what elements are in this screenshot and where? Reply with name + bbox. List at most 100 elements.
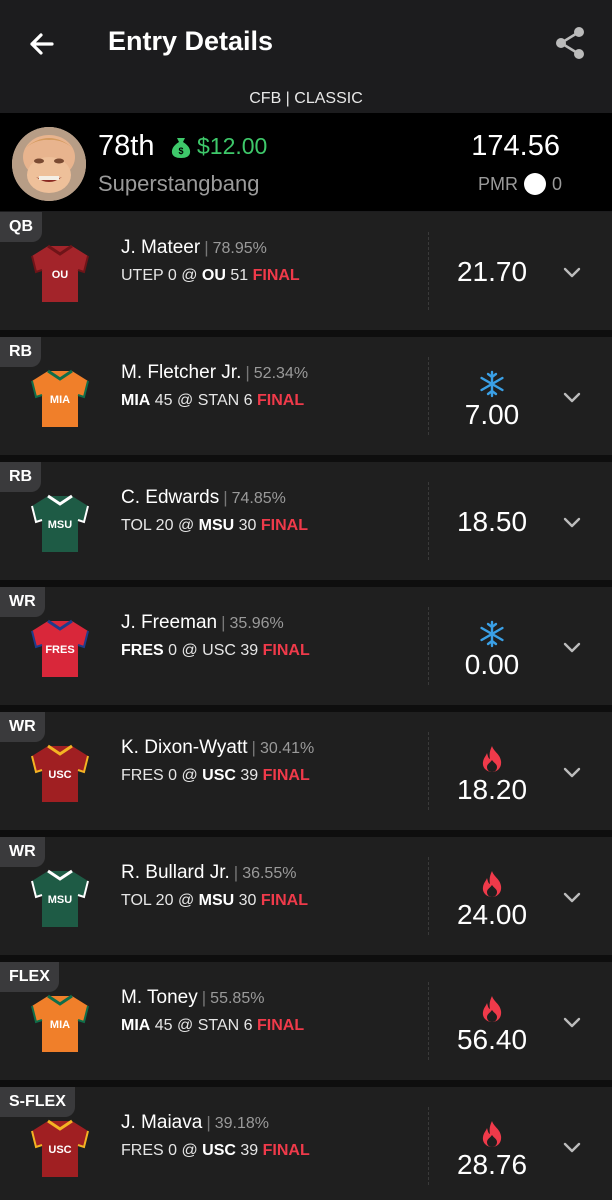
player-name: K. Dixon-Wyatt: [121, 737, 248, 758]
fantasy-points: 18.20: [456, 774, 528, 805]
jersey-label: MIA: [50, 394, 70, 406]
player-row[interactable]: RB MIA M. Fletcher Jr. | 52.34% MIA 45 @ S…: [0, 337, 612, 455]
at-symbol: @: [181, 1142, 198, 1159]
contest-type-label: CFB | CLASSIC: [249, 90, 363, 107]
away-team-score: MIA 45: [121, 1017, 173, 1034]
position-badge: QB: [0, 212, 42, 242]
player-name-line: K. Dixon-Wyatt | 30.41%: [121, 737, 314, 759]
game-status: FINAL: [262, 642, 310, 659]
money-bag-icon: $: [171, 137, 191, 158]
fantasy-points: 56.40: [456, 1024, 528, 1055]
jersey-label: MSU: [48, 519, 73, 531]
player-name-line: J. Maiava | 39.18%: [121, 1112, 269, 1134]
row-divider: [0, 580, 612, 587]
game-score-line: TOL 20 @ MSU 30 FINAL: [121, 517, 308, 535]
jersey-label: MSU: [48, 894, 73, 906]
flame-icon: [476, 994, 508, 1024]
player-name: J. Freeman: [121, 612, 218, 633]
fantasy-points: 21.70: [456, 256, 528, 287]
chevron-down-icon[interactable]: [562, 266, 582, 280]
separator: |: [245, 363, 250, 382]
ownership-percent: 78.95%: [212, 240, 267, 257]
player-row[interactable]: S-FLEX USC J. Maiava | 39.18% FRES 0 @ USC…: [0, 1087, 612, 1200]
jersey-label: OU: [52, 269, 69, 281]
winnings-amount: $12.00: [197, 133, 268, 159]
player-name-line: C. Edwards | 74.85%: [121, 487, 286, 509]
winnings: $ $12.00: [170, 133, 267, 160]
home-team-score: STAN 6: [197, 392, 253, 409]
rank: 78th: [98, 130, 155, 162]
fantasy-points: 24.00: [456, 899, 528, 930]
fantasy-points: 0.00: [464, 649, 520, 680]
separator: |: [221, 613, 226, 632]
player-row[interactable]: WR FRES J. Freeman | 35.96% FRES 0 @ USC 3…: [0, 587, 612, 705]
separator: |: [223, 488, 228, 507]
chevron-down-icon[interactable]: [562, 766, 582, 780]
player-name: C. Edwards: [121, 487, 220, 508]
fantasy-points: 18.50: [456, 506, 528, 537]
at-symbol: @: [177, 892, 195, 909]
player-row[interactable]: WR USC K. Dixon-Wyatt | 30.41% FRES 0 @ US…: [0, 712, 612, 830]
ownership-percent: 55.85%: [210, 990, 265, 1007]
fantasy-points: 7.00: [464, 399, 520, 430]
chevron-down-icon[interactable]: [562, 641, 582, 655]
snowflake-icon: [476, 369, 508, 399]
back-arrow-icon[interactable]: [22, 24, 62, 64]
chevron-down-icon[interactable]: [562, 1141, 582, 1155]
at-symbol: @: [177, 392, 194, 409]
row-divider: [0, 955, 612, 962]
home-team-score: USC 39: [202, 642, 259, 659]
chevron-down-icon[interactable]: [562, 391, 582, 405]
share-icon[interactable]: [550, 22, 592, 64]
at-symbol: @: [181, 642, 198, 659]
team-jersey-icon: USC: [28, 1117, 92, 1181]
away-team-score: FRES 0: [121, 642, 178, 659]
flame-icon: [476, 869, 508, 899]
player-row[interactable]: WR MSU R. Bullard Jr. | 36.55% TOL 20 @ MS…: [0, 837, 612, 955]
team-jersey-icon: MIA: [28, 992, 92, 1056]
fantasy-points: 28.76: [456, 1149, 528, 1180]
divider: [428, 1107, 429, 1185]
position-badge: WR: [0, 837, 45, 867]
chevron-down-icon[interactable]: [562, 891, 582, 905]
home-team-score: USC 39: [202, 1142, 259, 1159]
separator: |: [201, 988, 207, 1007]
entry-summary: 78th $ $12.00 Superstangbang 174.56 PMR …: [0, 113, 612, 211]
game-status: FINAL: [262, 767, 310, 784]
divider: [428, 732, 429, 810]
row-divider: [0, 455, 612, 462]
player-row[interactable]: QB OU J. Mateer | 78.95% UTEP 0 @ OU 51 FI…: [0, 212, 612, 330]
team-jersey-icon: FRES: [28, 617, 92, 681]
ownership-percent: 74.85%: [231, 490, 286, 507]
divider: [428, 482, 429, 560]
home-team-score: MSU 30: [198, 892, 257, 909]
player-name-line: M. Toney | 55.85%: [121, 987, 264, 1009]
team-jersey-icon: MSU: [28, 492, 92, 556]
chevron-down-icon[interactable]: [562, 1016, 582, 1030]
team-jersey-icon: USC: [28, 742, 92, 806]
home-team-score: MSU 30: [198, 517, 257, 534]
chevron-down-icon[interactable]: [562, 516, 582, 530]
player-row[interactable]: FLEX MIA M. Toney | 55.85% MIA 45 @ STAN 6…: [0, 962, 612, 1080]
away-team-score: FRES 0: [121, 767, 178, 784]
position-badge: RB: [0, 337, 42, 367]
divider: [428, 232, 429, 310]
divider: [428, 982, 429, 1060]
away-team-score: MIA 45: [121, 392, 173, 409]
flame-icon: [476, 744, 508, 774]
row-divider: [0, 1080, 612, 1087]
player-name: M. Toney: [121, 987, 198, 1008]
jersey-label: USC: [48, 1144, 71, 1156]
divider: [428, 607, 429, 685]
game-status: FINAL: [260, 517, 309, 534]
game-status: FINAL: [257, 392, 305, 409]
away-team-score: TOL 20: [121, 517, 174, 534]
at-symbol: @: [177, 517, 195, 534]
player-row[interactable]: RB MSU C. Edwards | 74.85% TOL 20 @ MSU 30…: [0, 462, 612, 580]
jersey-label: MIA: [50, 1019, 70, 1031]
home-team-score: USC 39: [202, 767, 259, 784]
game-status: FINAL: [252, 267, 300, 284]
avatar: [12, 127, 86, 201]
pmr-indicator: PMR 0: [478, 173, 562, 195]
player-name: J. Mateer: [121, 237, 201, 258]
